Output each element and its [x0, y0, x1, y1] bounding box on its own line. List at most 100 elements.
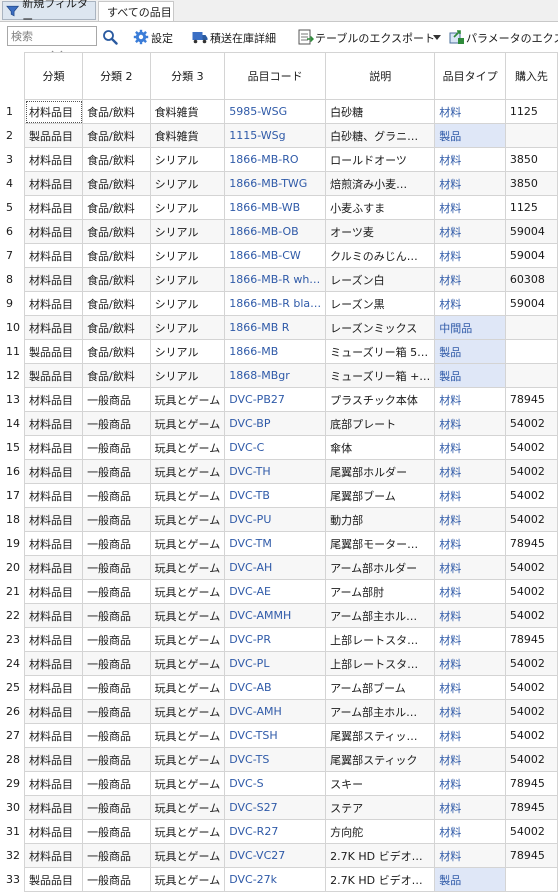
table-row[interactable]: 19 材料品目 一般商品 玩具とゲーム DVC-TM 尾翼部モーター… 材料 78945	[0, 531, 558, 556]
cell-item-code[interactable]: DVC-TSH	[224, 723, 327, 748]
cell-item-type[interactable]: 材料	[434, 531, 506, 556]
cell-category-3[interactable]: 玩具とゲーム	[149, 435, 226, 460]
cell-item-type[interactable]: 材料	[434, 555, 506, 580]
cell-description[interactable]: 焙煎済み小麦…	[325, 171, 436, 196]
table-row[interactable]: 23 材料品目 一般商品 玩具とゲーム DVC-PR 上部レートスタ… 材料 78945	[0, 627, 558, 652]
cell-category-3[interactable]: 玩具とゲーム	[149, 723, 226, 748]
cell-description[interactable]: プラスチック本体	[325, 387, 436, 412]
table-row[interactable]: 4 材料品目 食品/飲料 シリアル 1866-MB-TWG 焙煎済み小麦… 材料 3850	[0, 171, 558, 196]
cell-category-3[interactable]: 玩具とゲーム	[149, 459, 226, 484]
cell-description[interactable]: 尾翼部スティック	[325, 747, 436, 772]
cell-category-2[interactable]: 一般商品	[82, 435, 151, 460]
cell-category-3[interactable]: シリアル	[149, 171, 226, 196]
cell-category[interactable]: 材料品目	[23, 771, 84, 796]
table-row[interactable]: 8 材料品目 食品/飲料 シリアル 1866-MB-R wh… レーズン白 材料 60308	[0, 267, 558, 292]
cell-category[interactable]: 材料品目	[23, 243, 84, 268]
cell-category-2[interactable]: 一般商品	[82, 699, 151, 724]
cell-category-3[interactable]: 玩具とゲーム	[149, 531, 226, 556]
cell-item-code[interactable]: 1115-WSg	[224, 123, 327, 148]
cell-category-2[interactable]: 一般商品	[82, 867, 151, 892]
table-row[interactable]: 16 材料品目 一般商品 玩具とゲーム DVC-TH 尾翼部ホルダー 材料 54002	[0, 459, 558, 484]
cell-description[interactable]: ミューズリー箱 5…	[325, 339, 436, 364]
cell-category-2[interactable]: 食品/飲料	[82, 195, 151, 220]
cell-item-code[interactable]: DVC-C	[224, 435, 327, 460]
cell-item-code[interactable]: DVC-AE	[224, 579, 327, 604]
cell-category-3[interactable]: シリアル	[149, 243, 226, 268]
cell-category-2[interactable]: 食品/飲料	[82, 171, 151, 196]
cell-item-type[interactable]: 製品	[434, 339, 506, 364]
cell-item-code[interactable]: DVC-AMH	[224, 699, 327, 724]
cell-category-2[interactable]: 一般商品	[82, 795, 151, 820]
search-input[interactable]	[7, 26, 97, 46]
cell-description[interactable]: 動力部	[325, 507, 436, 532]
cell-description[interactable]: アーム部ブーム	[325, 675, 436, 700]
cell-description[interactable]: 尾翼部スティッ…	[325, 723, 436, 748]
cell-vendor[interactable]: 78945	[504, 843, 558, 868]
cell-vendor[interactable]: 78945	[504, 795, 558, 820]
cell-vendor[interactable]: 54002	[504, 723, 558, 748]
cell-category-3[interactable]: 玩具とゲーム	[149, 771, 226, 796]
cell-description[interactable]: 尾翼部モーター…	[325, 531, 436, 556]
cell-category-3[interactable]: シリアル	[149, 291, 226, 316]
column-header[interactable]: 分類 3	[149, 52, 226, 100]
cell-category-3[interactable]: 玩具とゲーム	[149, 651, 226, 676]
cell-item-type[interactable]: 材料	[434, 195, 506, 220]
table-row[interactable]: 12 製品品目 食品/飲料 シリアル 1868-MBgr ミューズリー箱 +… 製品	[0, 363, 558, 388]
cell-item-code[interactable]: 1866-MB-RO	[224, 147, 327, 172]
cell-vendor[interactable]: 54002	[504, 507, 558, 532]
cell-category-3[interactable]: 玩具とゲーム	[149, 627, 226, 652]
cell-category-3[interactable]: シリアル	[149, 195, 226, 220]
dropdown-arrow-icon[interactable]	[432, 32, 442, 42]
cell-category-2[interactable]: 一般商品	[82, 675, 151, 700]
cell-item-type[interactable]: 材料	[434, 387, 506, 412]
cell-item-code[interactable]: DVC-27k	[224, 867, 327, 892]
cell-category[interactable]: 材料品目	[23, 507, 84, 532]
table-row[interactable]: 2 製品品目 食品/飲料 食料雑貨 1115-WSg 白砂糖、グラニ… 製品	[0, 123, 558, 148]
cell-category[interactable]: 材料品目	[23, 483, 84, 508]
cell-category-3[interactable]: 玩具とゲーム	[149, 555, 226, 580]
cell-item-code[interactable]: DVC-S	[224, 771, 327, 796]
cell-vendor[interactable]: 54002	[504, 699, 558, 724]
cell-description[interactable]: 傘体	[325, 435, 436, 460]
cell-description[interactable]: 上部レートスタ…	[325, 651, 436, 676]
cell-category-2[interactable]: 食品/飲料	[82, 147, 151, 172]
cell-category-3[interactable]: 玩具とゲーム	[149, 819, 226, 844]
cell-item-type[interactable]: 材料	[434, 819, 506, 844]
table-row[interactable]: 33 製品品目 一般商品 玩具とゲーム DVC-27k 2.7K HD ビデオ… 製品	[0, 867, 558, 892]
cell-vendor[interactable]: 3850	[504, 147, 558, 172]
cell-category[interactable]: 材料品目	[23, 627, 84, 652]
cell-category[interactable]: 材料品目	[23, 795, 84, 820]
cell-vendor[interactable]: 54002	[504, 819, 558, 844]
cell-item-type[interactable]: 材料	[434, 459, 506, 484]
cell-item-code[interactable]: DVC-S27	[224, 795, 327, 820]
stock-detail-button[interactable]: 積送在庫詳細	[210, 30, 276, 46]
cell-category-2[interactable]: 一般商品	[82, 627, 151, 652]
cell-category[interactable]: 材料品目	[23, 675, 84, 700]
cell-item-code[interactable]: 1866-MB R	[224, 315, 327, 340]
cell-item-type[interactable]: 材料	[434, 171, 506, 196]
cell-item-type[interactable]: 材料	[434, 843, 506, 868]
cell-category-2[interactable]: 食品/飲料	[82, 99, 151, 124]
cell-description[interactable]: レーズン白	[325, 267, 436, 292]
cell-description[interactable]: 上部レートスタ…	[325, 627, 436, 652]
table-row[interactable]: 24 材料品目 一般商品 玩具とゲーム DVC-PL 上部レートスタ… 材料 54002	[0, 651, 558, 676]
cell-item-type[interactable]: 材料	[434, 507, 506, 532]
table-row[interactable]: 25 材料品目 一般商品 玩具とゲーム DVC-AB アーム部ブーム 材料 54002	[0, 675, 558, 700]
cell-item-code[interactable]: 1866-MB-TWG	[224, 171, 327, 196]
table-row[interactable]: 31 材料品目 一般商品 玩具とゲーム DVC-R27 方向舵 材料 54002	[0, 819, 558, 844]
cell-description[interactable]: ロールドオーツ	[325, 147, 436, 172]
cell-item-type[interactable]: 材料	[434, 219, 506, 244]
cell-description[interactable]: スキー	[325, 771, 436, 796]
cell-description[interactable]: レーズンミックス	[325, 315, 436, 340]
table-row[interactable]: 9 材料品目 食品/飲料 シリアル 1866-MB-R bla… レーズン黒 材料 59004	[0, 291, 558, 316]
table-row[interactable]: 11 製品品目 食品/飲料 シリアル 1866-MB ミューズリー箱 5… 製品	[0, 339, 558, 364]
cell-category-3[interactable]: 玩具とゲーム	[149, 699, 226, 724]
cell-item-type[interactable]: 材料	[434, 651, 506, 676]
cell-item-type[interactable]: 材料	[434, 243, 506, 268]
column-header[interactable]: 説明	[325, 52, 436, 100]
table-row[interactable]: 1 材料品目 食品/飲料 食料雑貨 5985-WSG 白砂糖 材料 1125	[0, 99, 558, 124]
cell-vendor[interactable]: 54002	[504, 675, 558, 700]
cell-category-2[interactable]: 一般商品	[82, 483, 151, 508]
cell-item-type[interactable]: 材料	[434, 603, 506, 628]
cell-item-code[interactable]: 5985-WSG	[224, 99, 327, 124]
